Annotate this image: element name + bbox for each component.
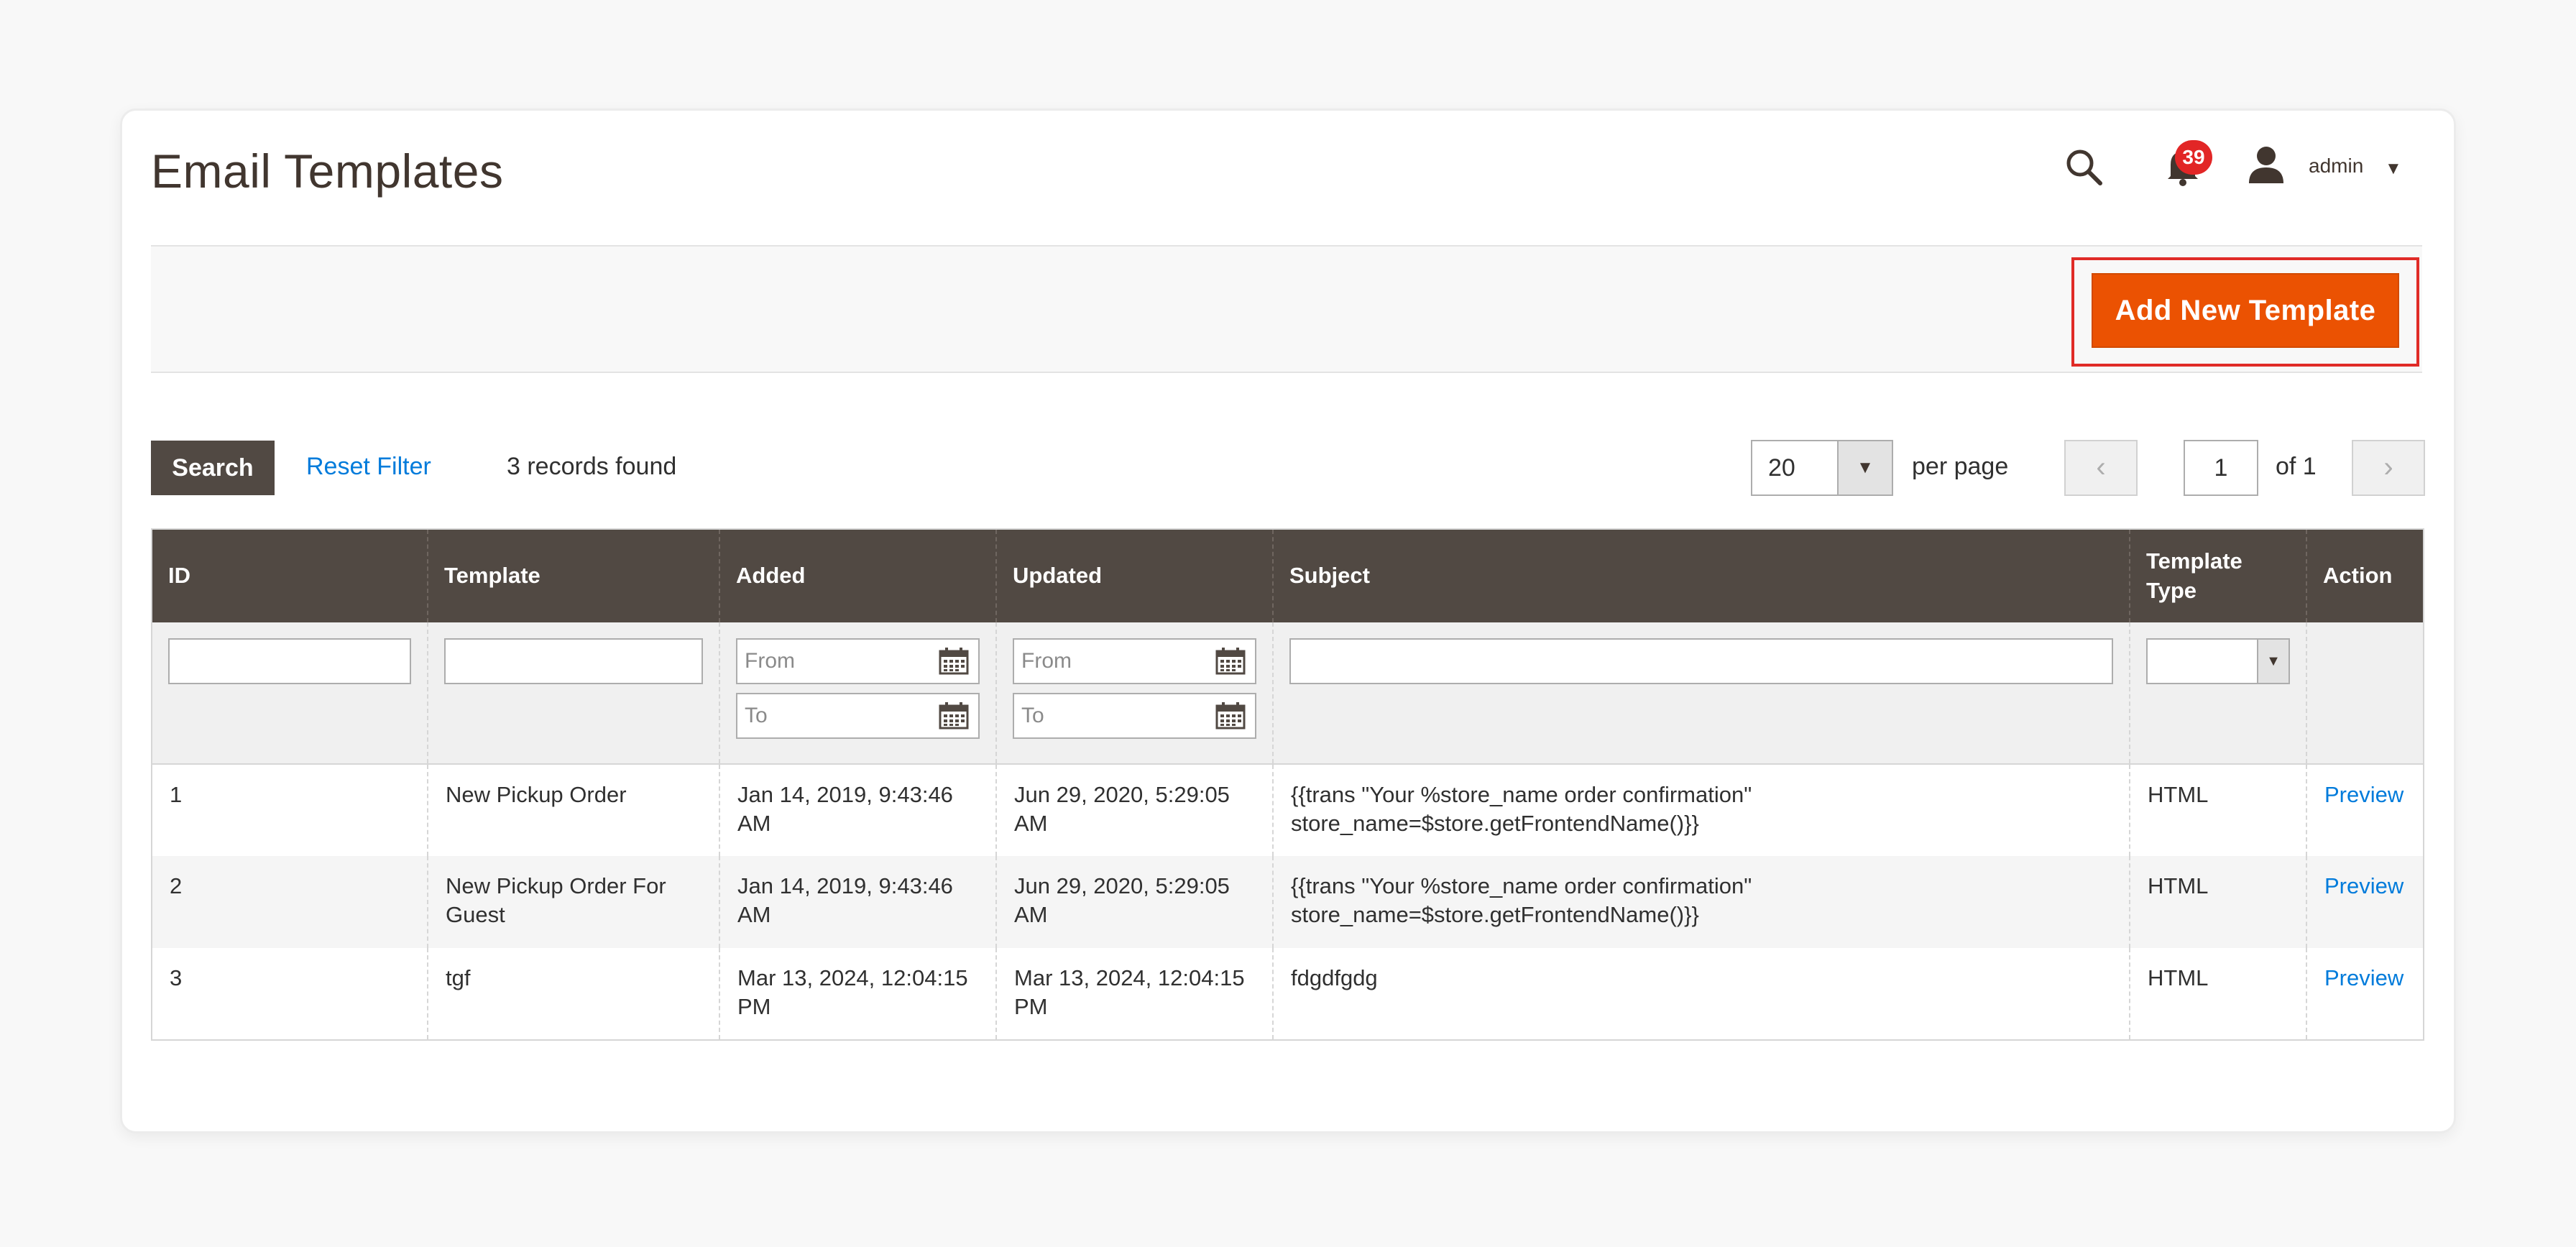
calendar-icon[interactable] (1215, 701, 1246, 730)
cell-id: 2 (152, 856, 428, 948)
cell-subject: {{trans "Your %store_name order confirma… (1272, 856, 2130, 948)
page-title: Email Templates (151, 144, 504, 198)
cell-added: Jan 14, 2019, 9:43:46 AM (719, 764, 996, 856)
column-header-template[interactable]: Template (427, 529, 719, 622)
cell-subject: fdgdfgdg (1272, 948, 2130, 1040)
calendar-icon[interactable] (938, 701, 970, 730)
cell-updated: Mar 13, 2024, 12:04:15 PM (995, 948, 1273, 1040)
cell-id: 3 (152, 948, 428, 1040)
notification-badge[interactable]: 39 (2175, 140, 2212, 175)
table-row[interactable]: 3 tgf Mar 13, 2024, 12:04:15 PM Mar 13, … (152, 948, 2424, 1040)
current-page-input[interactable] (2184, 440, 2258, 496)
filter-cell-type: ▼ (2129, 622, 2306, 765)
preview-link[interactable]: Preview (2324, 873, 2404, 898)
id-filter-input[interactable] (168, 638, 411, 684)
cell-updated: Jun 29, 2020, 5:29:05 AM (995, 764, 1273, 856)
cell-id: 1 (152, 764, 428, 856)
user-name[interactable]: admin (2309, 155, 2363, 178)
table-row[interactable]: 1 New Pickup Order Jan 14, 2019, 9:43:46… (152, 764, 2424, 856)
filter-cell-updated (995, 622, 1273, 765)
cell-action: Preview (2306, 764, 2424, 856)
template-filter-input[interactable] (444, 638, 703, 684)
cell-template: New Pickup Order For Guest (427, 856, 719, 948)
filter-row: ▼ (152, 622, 2424, 765)
preview-link[interactable]: Preview (2324, 965, 2404, 990)
filter-cell-id (152, 622, 428, 765)
chevron-down-icon[interactable]: ▼ (2257, 640, 2288, 683)
column-header-subject[interactable]: Subject (1272, 529, 2130, 622)
cell-updated: Jun 29, 2020, 5:29:05 AM (995, 856, 1273, 948)
cell-subject: {{trans "Your %store_name order confirma… (1272, 764, 2130, 856)
filter-cell-subject (1272, 622, 2130, 765)
column-header-added[interactable]: Added (719, 529, 996, 622)
column-header-updated[interactable]: Updated (995, 529, 1273, 622)
per-page-label: per page (1912, 453, 2009, 480)
filter-cell-template (427, 622, 719, 765)
email-templates-grid: ID Template Added Updated Subject Templa… (151, 528, 2424, 1041)
cell-action: Preview (2306, 856, 2424, 948)
cell-type: HTML (2129, 948, 2306, 1040)
previous-page-button[interactable]: ‹ (2064, 440, 2138, 496)
cell-type: HTML (2129, 856, 2306, 948)
preview-link[interactable]: Preview (2324, 782, 2404, 807)
subject-filter-input[interactable] (1289, 638, 2113, 684)
search-icon[interactable] (2063, 146, 2106, 189)
filter-cell-added (719, 622, 996, 765)
cell-template: tgf (427, 948, 719, 1040)
calendar-icon[interactable] (938, 647, 970, 676)
updated-from-field[interactable] (1013, 638, 1256, 684)
cell-type: HTML (2129, 764, 2306, 856)
per-page-value: 20 (1768, 454, 1795, 482)
cell-template: New Pickup Order (427, 764, 719, 856)
table-header-row: ID Template Added Updated Subject Templa… (152, 529, 2424, 622)
cell-action: Preview (2306, 948, 2424, 1040)
column-header-action: Action (2306, 529, 2424, 622)
next-page-button[interactable]: › (2352, 440, 2425, 496)
column-header-id[interactable]: ID (152, 529, 428, 622)
add-new-template-button[interactable]: Add New Template (2092, 273, 2399, 348)
search-button[interactable]: Search (151, 441, 275, 495)
chevron-down-icon[interactable]: ▼ (2385, 159, 2402, 179)
column-header-template-type[interactable]: Template Type (2129, 529, 2306, 622)
filter-cell-action (2306, 622, 2424, 765)
updated-to-field[interactable] (1013, 693, 1256, 739)
total-pages-label: of 1 (2276, 453, 2317, 480)
calendar-icon[interactable] (1215, 647, 1246, 676)
per-page-select[interactable]: 20 ▼ (1751, 440, 1893, 496)
user-icon[interactable] (2246, 144, 2286, 185)
cell-added: Mar 13, 2024, 12:04:15 PM (719, 948, 996, 1040)
cell-added: Jan 14, 2019, 9:43:46 AM (719, 856, 996, 948)
records-found-count: 3 records found (507, 453, 677, 480)
reset-filter-link[interactable]: Reset Filter (306, 453, 431, 481)
template-type-select[interactable]: ▼ (2146, 638, 2290, 684)
added-to-field[interactable] (736, 693, 980, 739)
chevron-down-icon[interactable]: ▼ (1837, 441, 1892, 494)
added-from-field[interactable] (736, 638, 980, 684)
table-row[interactable]: 2 New Pickup Order For Guest Jan 14, 201… (152, 856, 2424, 948)
